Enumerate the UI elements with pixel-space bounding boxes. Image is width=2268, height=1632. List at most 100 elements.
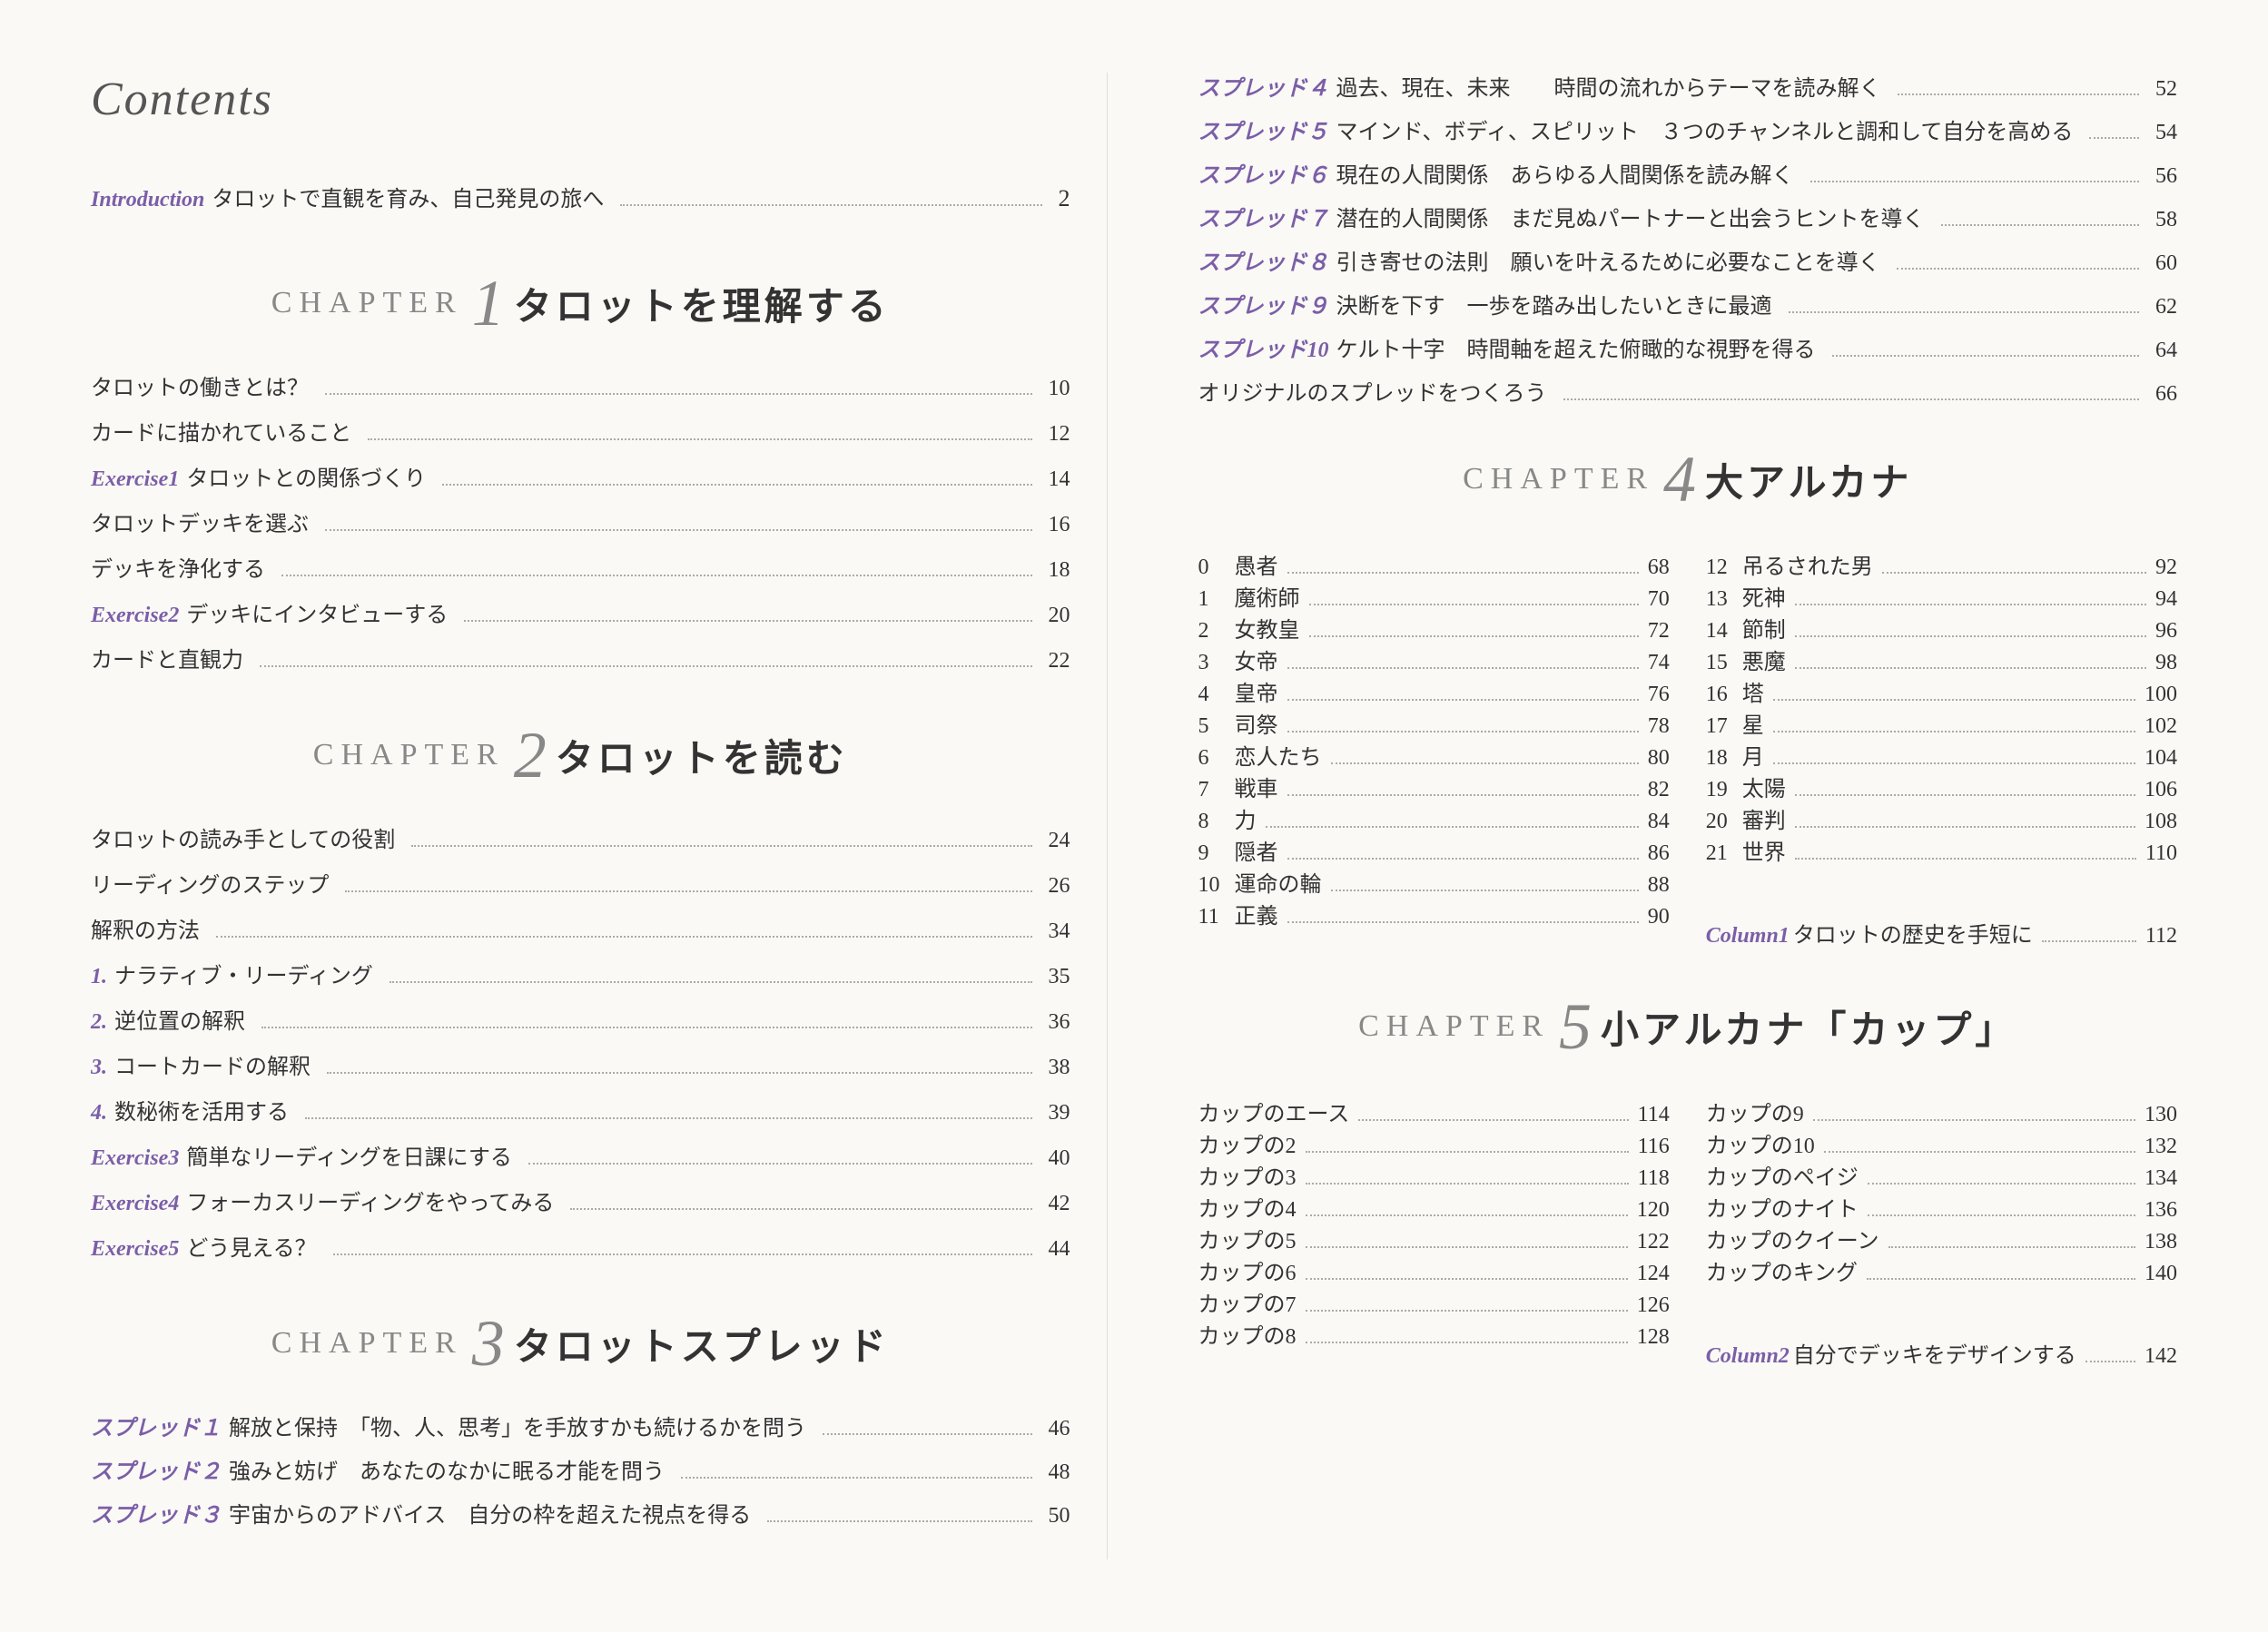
arc-num: 18 bbox=[1706, 746, 1739, 771]
cups-item: カップの4 120 bbox=[1198, 1191, 1670, 1223]
page-num: 66 bbox=[2155, 378, 2177, 410]
dots bbox=[1832, 355, 2140, 357]
page-num: 46 bbox=[1049, 1412, 1070, 1445]
arc-page: 106 bbox=[2145, 778, 2177, 802]
arc-num: 12 bbox=[1706, 555, 1739, 580]
ch5-title: 小アルカナ「カップ」 bbox=[1601, 999, 2017, 1055]
cup-name: カップのキング bbox=[1706, 1254, 1858, 1286]
spread-text: 過去、現在、未来 時間の流れからテーマを読み解く bbox=[1336, 73, 1881, 105]
page-num: 62 bbox=[2155, 290, 2177, 323]
arc-page: 102 bbox=[2145, 714, 2177, 739]
cup-name: カップの2 bbox=[1198, 1127, 1297, 1159]
column-page: 142 bbox=[2145, 1344, 2177, 1369]
arc-dots bbox=[1773, 731, 2135, 732]
page-num: 36 bbox=[1049, 1006, 1070, 1038]
cups-item: カップの6 124 bbox=[1198, 1254, 1670, 1286]
arc-name: 星 bbox=[1742, 707, 1764, 739]
arc-page: 70 bbox=[1648, 587, 1670, 612]
cup-name: カップの10 bbox=[1706, 1127, 1815, 1159]
arc-num: 9 bbox=[1198, 841, 1231, 866]
arc-num: 10 bbox=[1198, 873, 1231, 898]
spread-entry: スプレッド６ 現在の人間関係 あらゆる人間関係を読み解く 56 bbox=[1198, 160, 2178, 192]
dots bbox=[325, 393, 1032, 395]
arc-dots bbox=[1795, 604, 2146, 605]
spread-entry: スプレッド４ 過去、現在、未来 時間の流れからテーマを読み解く 52 bbox=[1198, 73, 2178, 105]
cup-dots bbox=[1306, 1342, 1628, 1343]
spread-text: オリジナルのスプレッドをつくろう bbox=[1198, 378, 1547, 410]
spread-label: スプレッド６ bbox=[1198, 160, 1329, 192]
arc-name: 悪魔 bbox=[1742, 644, 1786, 675]
toc-entry: タロットデッキを選ぶ 16 bbox=[91, 508, 1070, 541]
arc-page: 82 bbox=[1648, 778, 1670, 802]
cups-item: カップの9 130 bbox=[1706, 1096, 2177, 1127]
page-num: 39 bbox=[1049, 1096, 1070, 1129]
column1-entry: Column1 タロットの歴史を手短に 112 bbox=[1706, 917, 2177, 949]
exercise-label: Exercise1 bbox=[91, 463, 179, 496]
arcana-grid: 0 愚者 68 1 魔術師 70 2 女教皇 72 bbox=[1198, 548, 2178, 949]
arc-name: 塔 bbox=[1742, 675, 1764, 707]
cup-dots bbox=[1306, 1183, 1629, 1185]
entry-text: タロットの読み手としての役割 bbox=[91, 824, 395, 857]
ch3-prefix: CHAPTER bbox=[271, 1326, 463, 1361]
dots bbox=[2042, 940, 2136, 942]
num-label: 2. bbox=[91, 1006, 107, 1038]
cup-dots bbox=[1813, 1119, 2135, 1121]
cup-name: カップのナイト bbox=[1706, 1191, 1859, 1223]
spread-text: 強みと妨げ あなたのなかに眠る才能を問う bbox=[229, 1456, 665, 1489]
arc-page: 84 bbox=[1648, 810, 1670, 834]
page-num: 26 bbox=[1049, 870, 1070, 902]
page-num: 22 bbox=[1049, 644, 1070, 677]
chapter3-heading: CHAPTER 3 タロットスプレッド bbox=[91, 1311, 1070, 1376]
arc-name: 太陽 bbox=[1742, 771, 1786, 802]
cup-dots bbox=[1306, 1278, 1628, 1280]
toc-entry: デッキを浄化する 18 bbox=[91, 554, 1070, 586]
spread-label: スプレッド５ bbox=[1198, 116, 1329, 149]
ch5-prefix: CHAPTER bbox=[1358, 1009, 1550, 1044]
spread-entry: スプレッド８ 引き寄せの法則 願いを叶えるために必要なことを導く 60 bbox=[1198, 247, 2178, 280]
cup-page: 114 bbox=[1638, 1103, 1670, 1127]
ch2-title: タロットを読む bbox=[556, 728, 848, 783]
dots bbox=[1563, 398, 2140, 400]
arc-dots bbox=[1266, 826, 1639, 828]
arc-num: 2 bbox=[1198, 619, 1231, 644]
arc-name: 戦車 bbox=[1235, 771, 1278, 802]
dots bbox=[281, 575, 1032, 576]
page-num: 12 bbox=[1049, 418, 1070, 450]
arcana-item: 8 力 84 bbox=[1198, 802, 1670, 834]
cups-item: カップのキング 140 bbox=[1706, 1254, 2177, 1286]
toc-entry: 解釈の方法 34 bbox=[91, 915, 1070, 948]
arc-dots bbox=[1287, 858, 1639, 860]
page-num: 42 bbox=[1049, 1187, 1070, 1220]
dots bbox=[823, 1433, 1032, 1435]
cup-name: カップの9 bbox=[1706, 1096, 1804, 1127]
arc-num: 8 bbox=[1198, 810, 1231, 834]
spread-entry: スプレッド５ マインド、ボディ、スピリット ３つのチャンネルと調和して自分を高め… bbox=[1198, 116, 2178, 149]
arc-num: 5 bbox=[1198, 714, 1231, 739]
arcana-item: 10 運命の輪 88 bbox=[1198, 866, 1670, 898]
page-num: 18 bbox=[1049, 554, 1070, 586]
spread-entry: スプレッド７ 潜在的人間関係 まだ見ぬパートナーと出会うヒントを導く 58 bbox=[1198, 203, 2178, 236]
arc-dots bbox=[1287, 699, 1639, 701]
toc-entry: Exercise2 デッキにインタビューする 20 bbox=[91, 599, 1070, 632]
toc-entry: リーディングのステップ 26 bbox=[91, 870, 1070, 902]
arc-num: 15 bbox=[1706, 651, 1739, 675]
cups-item: カップの7 126 bbox=[1198, 1286, 1670, 1318]
arc-dots bbox=[1331, 890, 1639, 891]
cup-name: カップの8 bbox=[1198, 1318, 1297, 1350]
arcana-right-col: 12 吊るされた男 92 13 死神 94 14 節制 96 bbox=[1706, 548, 2177, 949]
cups-item: カップの5 122 bbox=[1198, 1223, 1670, 1254]
arc-name: 節制 bbox=[1742, 612, 1786, 644]
chapter1-heading: CHAPTER 1 タロットを理解する bbox=[91, 270, 1070, 336]
chapter5-heading: CHAPTER 5 小アルカナ「カップ」 bbox=[1198, 994, 2178, 1059]
toc-entry: タロットの読み手としての役割 24 bbox=[91, 824, 1070, 857]
arcana-item: 11 正義 90 bbox=[1198, 898, 1670, 929]
dots bbox=[1789, 311, 2140, 313]
page-num: 50 bbox=[1049, 1499, 1070, 1532]
exercise-label: Exercise4 bbox=[91, 1187, 179, 1220]
arc-num: 6 bbox=[1198, 746, 1231, 771]
spread-label: スプレッド10 bbox=[1198, 334, 1329, 367]
cup-page: 130 bbox=[2145, 1103, 2177, 1127]
toc-entry: Exercise5 どう見える？ 44 bbox=[91, 1233, 1070, 1265]
cup-dots bbox=[1306, 1246, 1628, 1248]
dots bbox=[1897, 268, 2139, 270]
